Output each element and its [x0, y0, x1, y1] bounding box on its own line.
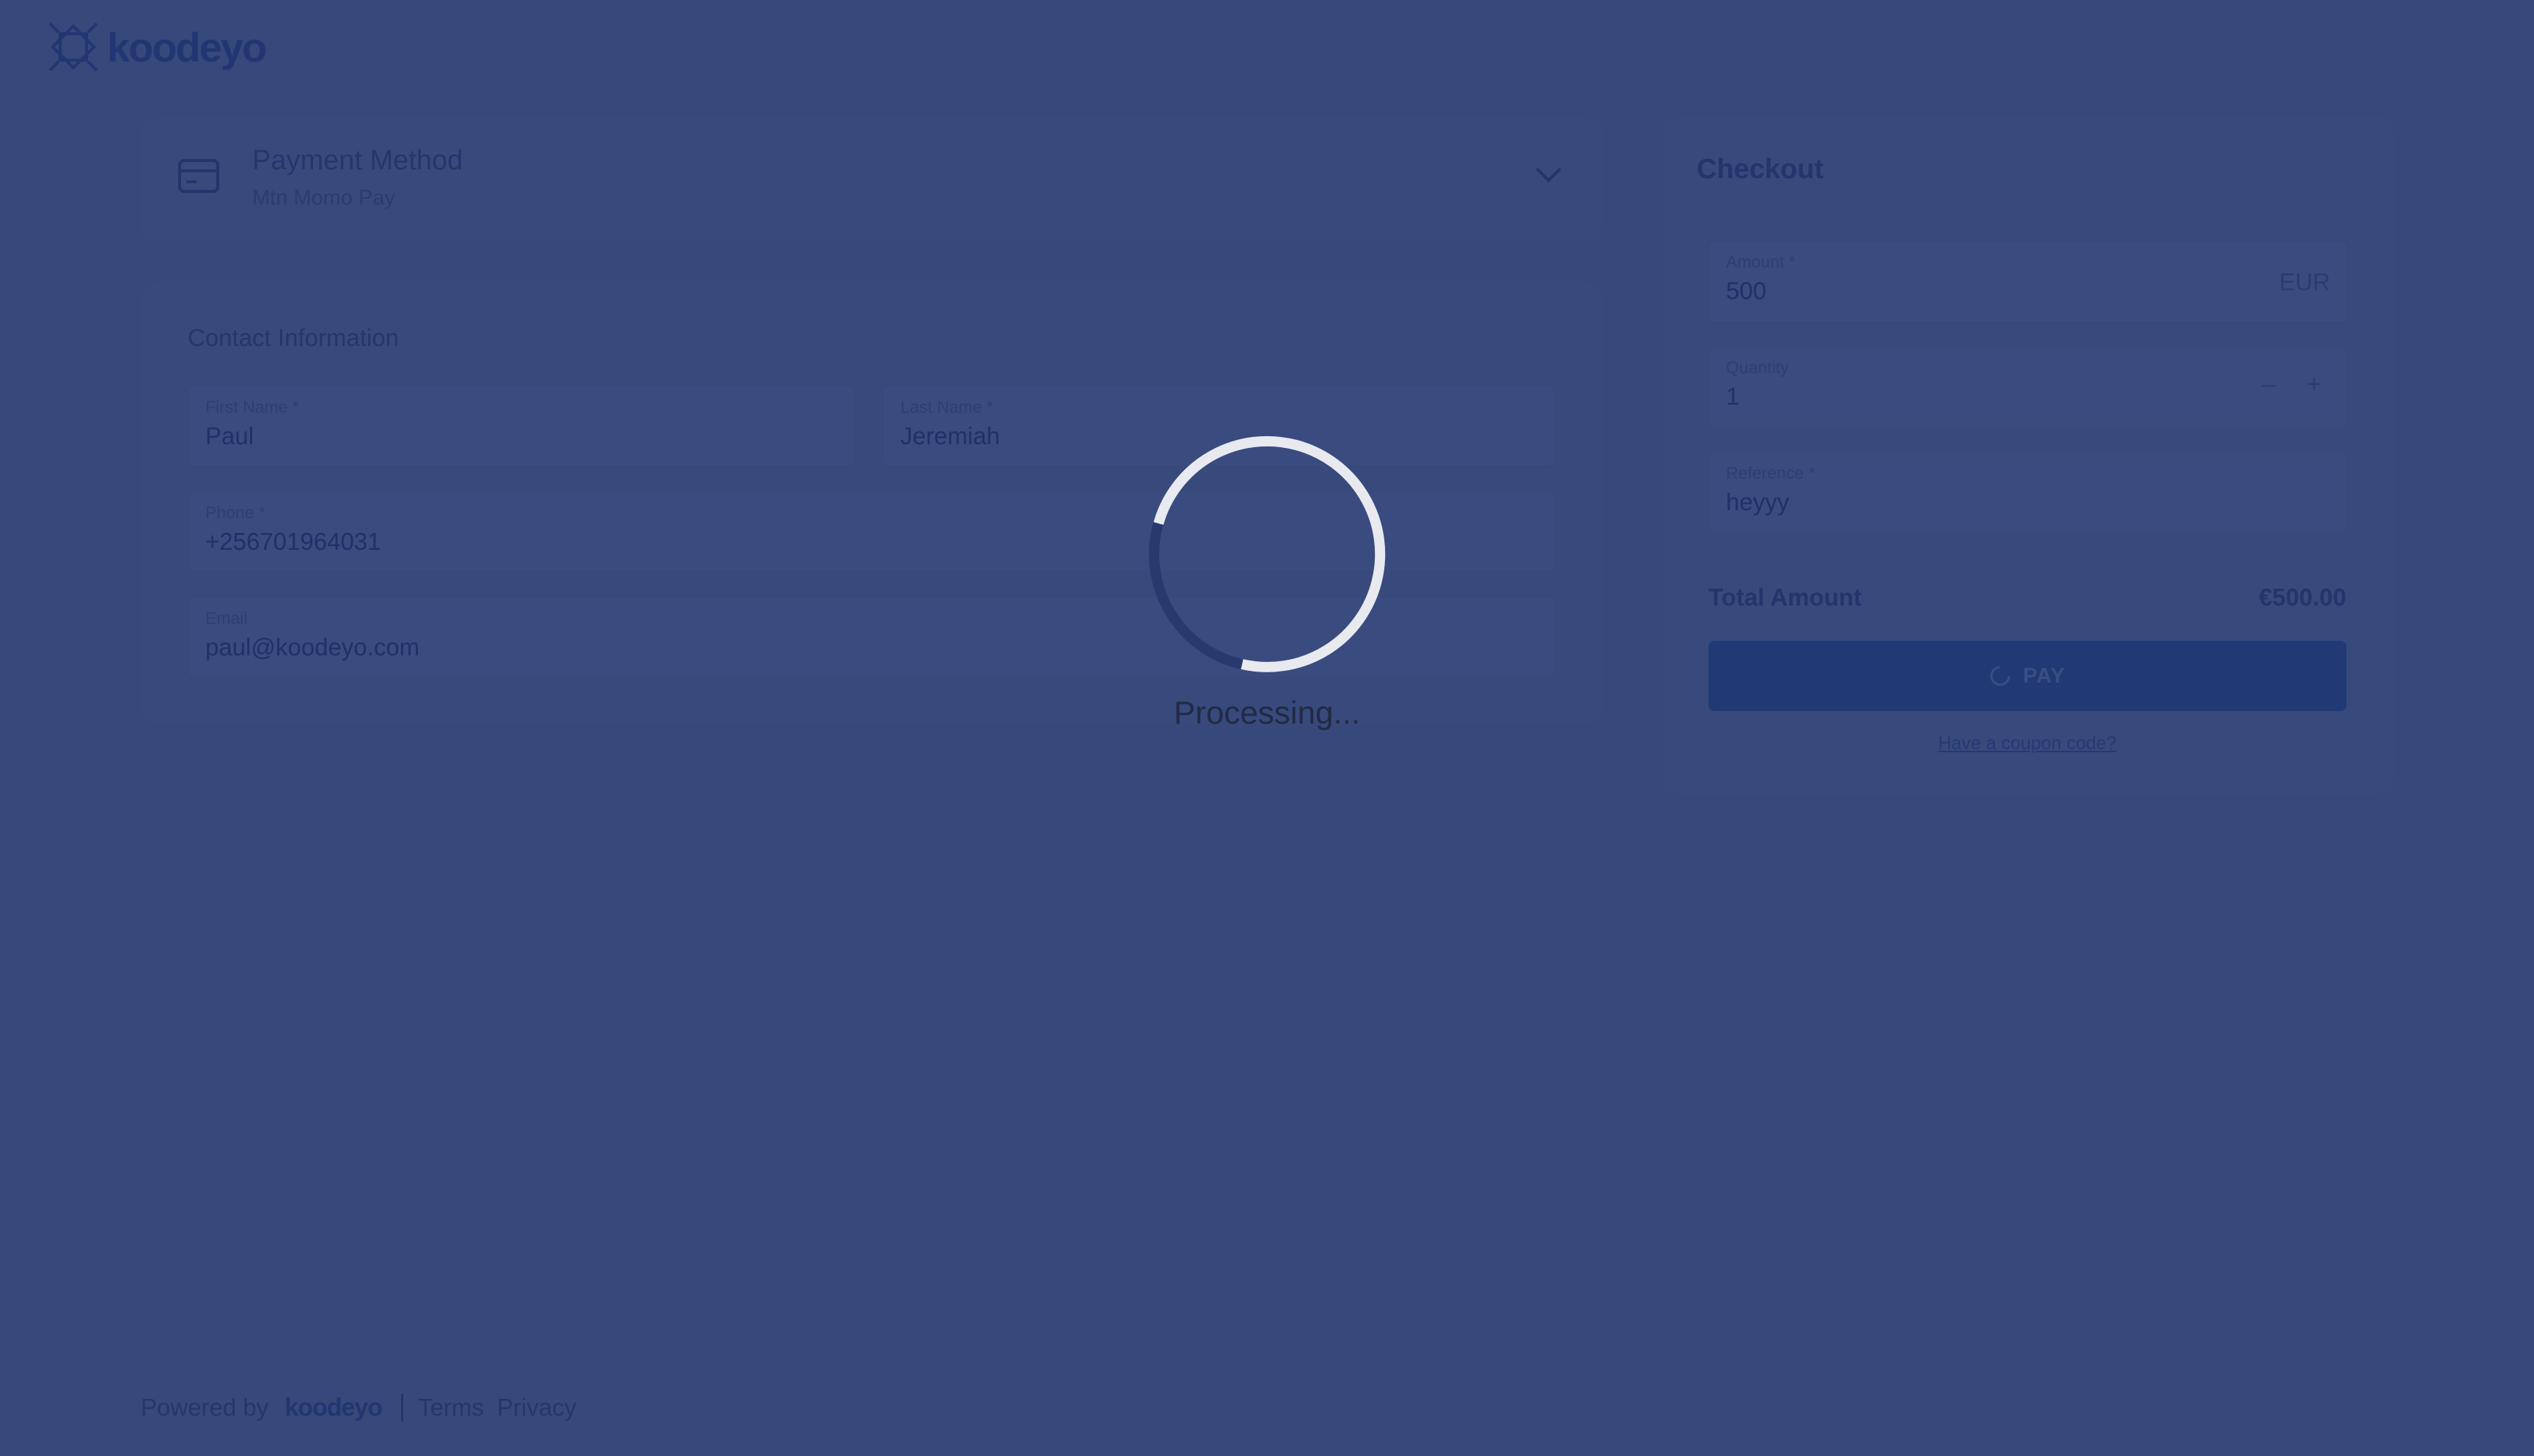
first-name-value[interactable]: Paul — [205, 422, 254, 450]
contact-section-title: Contact Information — [188, 324, 399, 351]
email-value[interactable]: paul@koodeyo.com — [205, 633, 419, 661]
quantity-stepper[interactable]: Quantity 1 – + — [1708, 346, 2348, 428]
terms-link[interactable]: Terms — [418, 1394, 484, 1422]
credit-card-icon — [178, 159, 219, 193]
quantity-value[interactable]: 1 — [1726, 383, 1739, 411]
amount-value[interactable]: 500 — [1726, 277, 1766, 305]
coupon-code-link[interactable]: Have a coupon code? — [1708, 733, 2346, 754]
processing-status: Processing... — [1173, 695, 1361, 731]
email-label: Email — [205, 608, 248, 628]
payment-method-selected: Mtn Momo Pay — [252, 186, 395, 210]
payment-method-title: Payment Method — [252, 145, 463, 176]
reference-label: Reference * — [1726, 463, 1815, 482]
amount-field[interactable]: Amount * 500 EUR — [1708, 240, 2348, 323]
checkout-card: Checkout Amount * 500 EUR Quantity 1 – +… — [1663, 117, 2395, 795]
first-name-field[interactable]: First Name * Paul — [188, 386, 855, 466]
brand-logo[interactable]: koodeyo — [44, 18, 267, 76]
reference-value[interactable]: heyyy — [1726, 488, 1789, 516]
quantity-increment-button[interactable]: + — [2299, 369, 2329, 399]
privacy-link[interactable]: Privacy — [497, 1394, 576, 1422]
powered-by-text: Powered by — [141, 1394, 269, 1421]
pay-button[interactable]: PAY — [1708, 641, 2346, 711]
last-name-label: Last Name * — [900, 397, 994, 416]
phone-value[interactable]: +256701964031 — [205, 528, 381, 556]
last-name-value[interactable]: Jeremiah — [900, 422, 1000, 450]
pay-button-label: PAY — [2023, 663, 2065, 688]
amount-label: Amount * — [1726, 252, 1796, 271]
checkout-title: Checkout — [1697, 154, 1824, 185]
footer-divider — [401, 1394, 404, 1422]
footer-brand-logo[interactable]: koodeyo — [284, 1394, 383, 1422]
loading-spinner-icon — [1990, 666, 2010, 686]
logo-mark-icon — [48, 22, 98, 72]
processing-spinner-icon — [1149, 435, 1386, 672]
total-amount-label: Total Amount — [1708, 584, 1862, 611]
total-amount-value: €500.00 — [2258, 584, 2346, 611]
chevron-down-icon[interactable] — [1534, 164, 1563, 185]
quantity-label: Quantity — [1726, 358, 1789, 377]
first-name-label: First Name * — [205, 397, 299, 416]
footer: Powered by koodeyo Terms Privacy — [141, 1389, 590, 1427]
phone-label: Phone * — [205, 503, 265, 522]
logo-wordmark: koodeyo — [107, 23, 267, 70]
payment-method-card[interactable]: Payment Method Mtn Momo Pay — [141, 117, 1603, 240]
currency-label: EUR — [2279, 268, 2330, 295]
quantity-decrement-button[interactable]: – — [2254, 369, 2283, 399]
reference-field[interactable]: Reference * heyyy — [1708, 452, 2348, 534]
